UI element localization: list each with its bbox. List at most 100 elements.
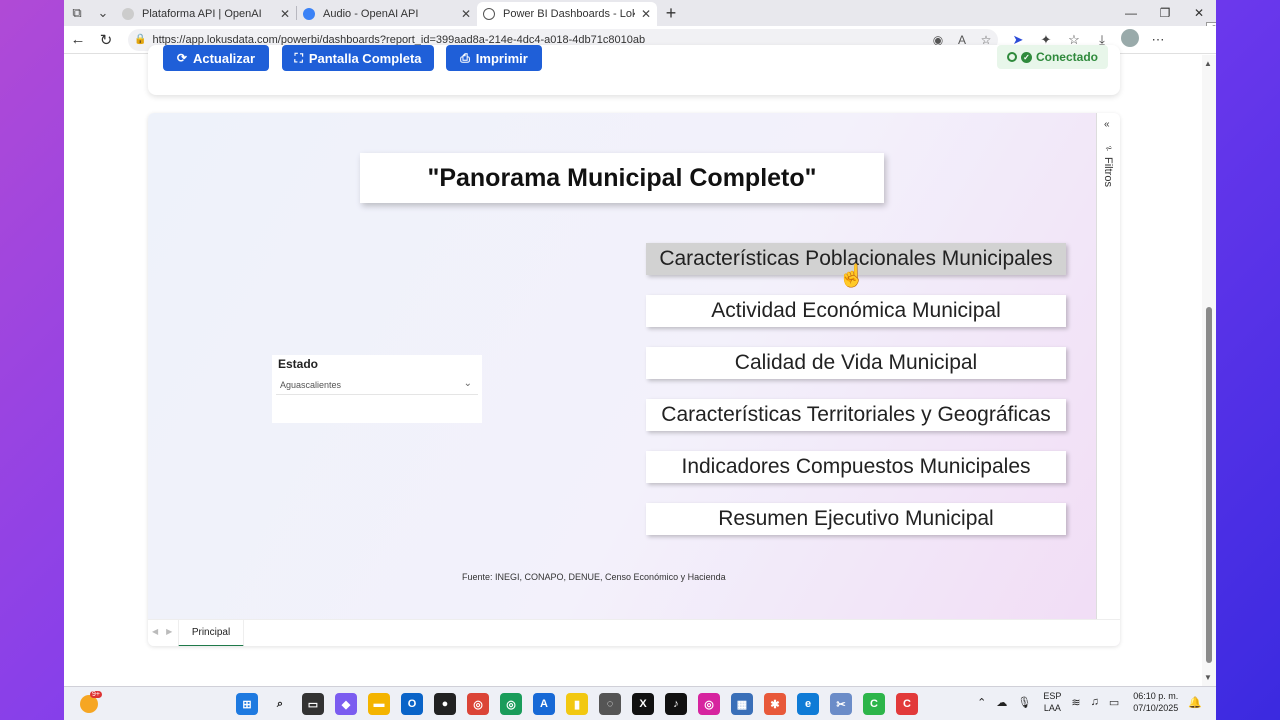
chrome-profile-icon[interactable]: ◎ [500,693,522,715]
search-icon[interactable]: ⌕ [269,693,291,715]
taskbar-apps: ⊞ ⌕ ▭ ◆ ▬ O ● ◎ ◎ A ▮ ◌ X ♪ ◎ ▦ ✱ e ✂ C … [236,693,929,715]
printer-icon: ⎙ [460,50,470,65]
azure-icon[interactable]: A [533,693,555,715]
snowflake-app-icon[interactable]: ✱ [764,693,786,715]
filter-icon: ⩫ [1105,143,1113,153]
profile-avatar[interactable] [1116,29,1144,50]
report-toolbar: ⟳ Actualizar ⛶ Pantalla Completa ⎙ Impri… [148,45,1120,95]
page-tab-principal[interactable]: Principal [178,620,244,646]
battery-icon[interactable]: ▭ [1109,696,1119,709]
status-ring-icon [1006,52,1017,62]
chevron-down-icon: ⌄ [463,378,472,389]
notification-badge: 9+ [90,691,102,698]
tab-powerbi-dashboards[interactable]: Power BI Dashboards - LokusAnal ✕ [477,2,657,26]
clock-date: 07/10/2025 [1133,703,1179,713]
connection-status-badge: ✓ Conectado [996,45,1108,69]
scroll-up-arrow-icon[interactable]: ▲ [1204,59,1212,68]
window-controls: — ❐ ✕ [1114,0,1216,26]
microphone-icon[interactable]: 🎙 [1017,696,1031,709]
filters-pane[interactable]: « ⩫ Filtros [1096,113,1120,619]
system-clock[interactable]: 06:10 p. m. 07/10/2025 [1133,690,1178,714]
report-canvas: "Panorama Municipal Completo" Estado Agu… [148,113,1096,619]
print-label: Imprimir [475,50,528,66]
more-menu-icon[interactable]: ⋯ [1144,32,1172,48]
check-circle-icon: ✓ [1020,51,1032,63]
tab-openai-platform[interactable]: Plataforma API | OpenAI ✕ [116,2,296,26]
scrollbar-thumb[interactable] [1206,307,1212,663]
tab-close-icon[interactable]: ✕ [461,7,471,21]
back-arrow-icon[interactable]: ← [64,31,92,48]
hand-cursor-icon: ☝ [838,263,866,288]
page-arrows-icon[interactable]: ◀▶ [152,627,180,636]
nav-caracteristicas-territoriales[interactable]: Características Territoriales y Geográfi… [646,399,1066,431]
clock-time: 06:10 p. m. [1133,691,1179,701]
github-icon[interactable]: ● [434,693,456,715]
x-twitter-icon[interactable]: X [632,693,654,715]
url-text: https://app.lokusdata.com/powerbi/dashbo… [152,33,646,46]
camtasia-green-icon[interactable]: C [863,693,885,715]
reload-icon[interactable]: ↻ [92,31,120,49]
camtasia-red-icon[interactable]: C [896,693,918,715]
tray-chevron-up-icon[interactable]: ⌃ [977,696,986,709]
fullscreen-label: Pantalla Completa [308,50,422,66]
snipping-tool-icon[interactable]: ✂ [830,693,852,715]
tab-bar: ⧉ ⌄ Plataforma API | OpenAI ✕ Audio - Op… [64,0,1216,26]
scroll-down-arrow-icon[interactable]: ▼ [1204,673,1212,682]
collapse-chevrons-icon[interactable]: « [1104,119,1110,130]
task-view-icon[interactable]: ▭ [302,693,324,715]
refresh-label: Actualizar [192,50,256,66]
tab-title: Plataforma API | OpenAI [142,8,262,20]
onedrive-cloud-icon[interactable]: ☁ [996,696,1007,709]
minimize-icon[interactable]: — [1114,0,1148,26]
fullscreen-button[interactable]: ⛶ Pantalla Completa [282,45,434,71]
windows-start-icon[interactable]: ⊞ [236,693,258,715]
nav-indicadores-compuestos[interactable]: Indicadores Compuestos Municipales [646,451,1066,483]
nav-actividad-economica[interactable]: Actividad Económica Municipal [646,295,1066,327]
workspaces-icon[interactable]: ⧉ [64,0,90,26]
openai-favicon-icon [122,8,134,20]
language-code: ESP [1043,691,1062,701]
nav-resumen-ejecutivo[interactable]: Resumen Ejecutivo Municipal [646,503,1066,535]
volume-icon[interactable]: ♫ [1091,696,1099,708]
print-button[interactable]: ⎙ Imprimir [446,45,542,71]
input-language[interactable]: ESP LAA [1043,690,1061,714]
edge-icon[interactable]: e [797,693,819,715]
power-bi-icon[interactable]: ▮ [566,693,588,715]
slicer-selected-value: Aguascalientes [280,379,342,390]
new-tab-button[interactable]: + [657,3,685,24]
data-source-note: Fuente: INEGI, CONAPO, DENUE, Censo Econ… [462,572,726,582]
keyboard-layout: LAA [1043,703,1061,713]
outlook-icon[interactable]: O [401,693,423,715]
tab-actions-chevron-icon[interactable]: ⌄ [90,0,116,26]
browser-window: ⧉ ⌄ Plataforma API | OpenAI ✕ Audio - Op… [64,0,1216,686]
nav-calidad-de-vida[interactable]: Calidad de Vida Municipal [646,347,1066,379]
system-tray: ⌃ ☁ 🎙 ESP LAA ≋ ♫ ▭ 06:10 p. m. 07/10/20… [967,690,1202,714]
tab-close-icon[interactable]: ✕ [641,7,651,21]
notifications-bell-icon[interactable]: 🔔 [1188,696,1202,709]
whatsapp-icon[interactable]: ◌ [599,693,621,715]
page-scrollbar[interactable]: ▲ ▼ [1202,55,1216,686]
copilot-icon[interactable]: ◆ [335,693,357,715]
tab-openai-audio[interactable]: Audio - OpenAI API ✕ [297,2,477,26]
slicer-title: Estado [278,357,319,371]
powerbi-report: "Panorama Municipal Completo" Estado Agu… [148,113,1120,646]
refresh-icon: ⟳ [176,51,187,65]
filters-label: Filtros [1102,157,1114,187]
tiktok-icon[interactable]: ♪ [665,693,687,715]
instagram-icon[interactable]: ◎ [698,693,720,715]
refresh-button[interactable]: ⟳ Actualizar [163,45,269,71]
estado-dropdown[interactable]: Aguascalientes ⌄ [276,375,478,395]
file-explorer-icon[interactable]: ▬ [368,693,390,715]
tab-title: Audio - OpenAI API [323,8,419,20]
weather-widget[interactable]: 9+ [80,691,102,713]
globe-icon [483,8,495,20]
restore-icon[interactable]: ❐ [1148,0,1182,26]
wifi-icon[interactable]: ≋ [1071,696,1080,709]
lock-icon[interactable]: 🔒 [134,34,146,45]
chrome-icon[interactable]: ◎ [467,693,489,715]
tab-close-icon[interactable]: ✕ [280,7,290,21]
openai-favicon-icon [303,8,315,20]
report-title: "Panorama Municipal Completo" [360,153,884,203]
app-grid-icon[interactable]: ▦ [731,693,753,715]
windows-taskbar: 9+ ⊞ ⌕ ▭ ◆ ▬ O ● ◎ ◎ A ▮ ◌ X ♪ ◎ ▦ ✱ e ✂… [64,686,1216,720]
